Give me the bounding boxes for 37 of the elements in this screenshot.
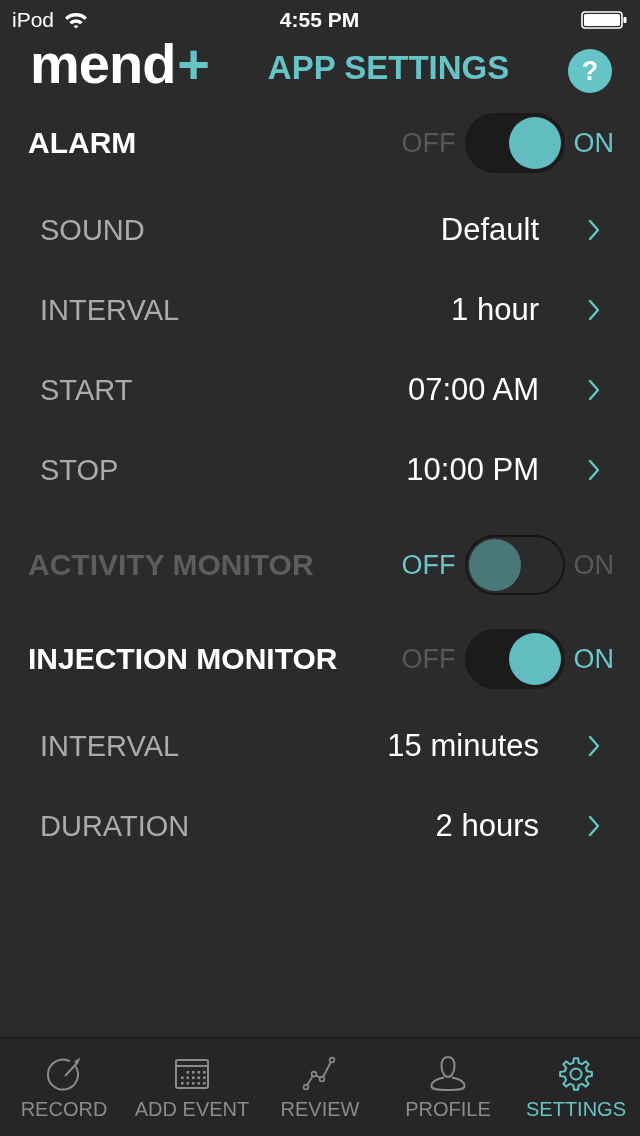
- setting-value[interactable]: 2 hours: [435, 808, 539, 844]
- chevron-right-icon[interactable]: [588, 815, 600, 837]
- battery-icon: [581, 11, 627, 29]
- setting-label: DURATION: [40, 809, 191, 843]
- chevron-right-icon[interactable]: [588, 735, 600, 757]
- app-logo: mend+: [30, 36, 210, 92]
- tab-bar-item[interactable]: SETTINGS: [512, 1039, 640, 1136]
- setting-value[interactable]: Default: [440, 212, 539, 248]
- setting-label: INTERVAL: [40, 293, 181, 327]
- on-label: ON: [573, 643, 614, 675]
- screen-title: APP SETTINGS: [267, 49, 510, 87]
- chevron-right-icon[interactable]: [588, 299, 600, 321]
- tab-bar-item[interactable]: PROFILE: [384, 1039, 512, 1136]
- tab-bar-item[interactable]: REVIEW: [256, 1039, 384, 1136]
- carrier-name: iPod: [12, 8, 55, 32]
- toggle-switch[interactable]: [464, 535, 565, 595]
- chevron-right-icon[interactable]: [588, 459, 600, 481]
- section-toggle-label: ALARM: [28, 126, 137, 160]
- on-label: ON: [573, 127, 614, 159]
- setting-label: INTERVAL: [40, 729, 181, 763]
- chevron-right-icon[interactable]: [588, 379, 600, 401]
- setting-value[interactable]: 15 minutes: [387, 728, 539, 764]
- tab-bar-item[interactable]: ADD EVENT: [128, 1039, 256, 1136]
- tab-bar-item[interactable]: RECORD: [0, 1039, 128, 1136]
- wifi-icon: [64, 11, 89, 29]
- section-toggle-label: INJECTION MONITOR: [28, 642, 338, 676]
- chevron-right-icon[interactable]: [588, 219, 600, 241]
- setting-label: SOUND: [40, 213, 146, 247]
- setting-value[interactable]: 1 hour: [451, 292, 539, 328]
- off-label: OFF: [401, 549, 456, 581]
- status-time: 4:55 PM: [279, 8, 360, 32]
- settings-icon: [556, 1054, 596, 1094]
- setting-label: START: [40, 373, 134, 407]
- setting-label: STOP: [40, 453, 120, 487]
- person-icon: [428, 1054, 468, 1094]
- setting-value[interactable]: 10:00 PM: [406, 452, 539, 488]
- setting-value[interactable]: 07:00 AM: [408, 372, 539, 408]
